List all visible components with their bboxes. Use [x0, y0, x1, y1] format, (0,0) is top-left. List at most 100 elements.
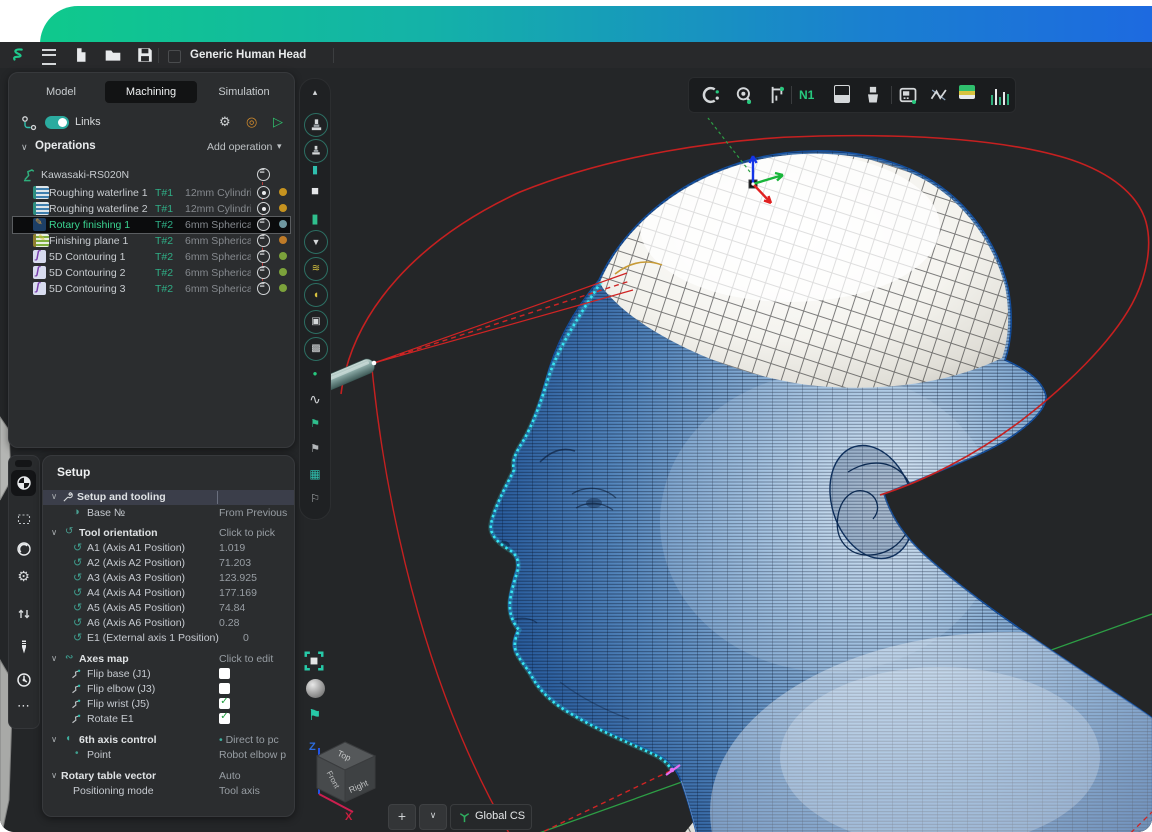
tab-job-assignment[interactable]: [11, 506, 36, 532]
row-value[interactable]: 0.28: [219, 617, 291, 629]
tab-machining[interactable]: Machining: [105, 81, 197, 103]
row-value[interactable]: From Previous: [219, 507, 291, 519]
operation-row[interactable]: Finishing plane 1 T#2 6mm Spherical r: [13, 233, 290, 249]
operation-status-icon[interactable]: [257, 234, 270, 247]
tab-parameters[interactable]: ⚙: [11, 568, 36, 594]
show-machine-icon[interactable]: [304, 113, 328, 137]
caliper-icon[interactable]: [767, 85, 787, 105]
operation-row[interactable]: 5D Contouring 2 T#2 6mm Spherical r: [13, 265, 290, 281]
probe-icon[interactable]: [734, 85, 754, 105]
machine-sync-icon[interactable]: ◎: [246, 114, 257, 130]
checkbox[interactable]: [219, 668, 230, 679]
cs-dropdown-chevron[interactable]: ∨: [419, 804, 447, 830]
tab-feeds-speeds[interactable]: [11, 667, 36, 693]
machine-status-icon[interactable]: [257, 168, 270, 181]
operations-settings-icon[interactable]: ⚙: [219, 114, 231, 130]
axis-row[interactable]: ↺A6 (Axis A6 Position)0.28: [43, 616, 294, 631]
operation-status-icon[interactable]: [257, 282, 270, 295]
statistics-icon[interactable]: [991, 85, 1009, 105]
operation-row[interactable]: Roughing waterline 2 T#1 12mm Cylindrica: [13, 201, 290, 217]
show-hatch-icon[interactable]: ▩: [304, 337, 328, 361]
tool-holder-icon[interactable]: [863, 85, 883, 105]
checkbox-checked[interactable]: ✓: [219, 698, 230, 709]
flip-row[interactable]: Rotate E1 ✓: [43, 712, 294, 727]
row-value[interactable]: Click to pick: [219, 527, 291, 539]
setup-section-row[interactable]: ∨ Setup and tooling: [43, 490, 294, 505]
setup-section-row[interactable]: ∨ ◖ 6th axis control • Direct to pc: [43, 733, 294, 748]
show-mesh-icon[interactable]: ▦: [304, 463, 326, 485]
axis-row[interactable]: ↺A1 (Axis A1 Position)1.019: [43, 541, 294, 556]
tab-simulation[interactable]: Simulation: [201, 81, 287, 103]
row-value[interactable]: 1.019: [219, 542, 291, 554]
cube-faces[interactable]: Top Front Right: [317, 742, 375, 802]
axis-row[interactable]: ↺A3 (Axis A3 Position)123.925: [43, 571, 294, 586]
global-cs-button[interactable]: Global CS: [450, 804, 532, 830]
machine-head-icon[interactable]: [701, 85, 721, 105]
links-toggle[interactable]: [45, 116, 69, 129]
axis-row[interactable]: ↺A5 (Axis A5 Position)74.84: [43, 601, 294, 616]
chevron-down-icon[interactable]: ∨: [51, 653, 57, 664]
row-value[interactable]: 123.925: [219, 572, 291, 584]
operation-row[interactable]: 5D Contouring 1 T#2 6mm Spherical r: [13, 249, 290, 265]
tab-strip-handle[interactable]: [15, 460, 32, 467]
add-cs-button[interactable]: +: [388, 804, 416, 830]
operation-status-icon[interactable]: [257, 218, 270, 231]
new-file-icon[interactable]: [72, 46, 90, 64]
tab-tool[interactable]: [11, 634, 36, 660]
shading-mode-icon[interactable]: [306, 679, 325, 698]
show-cutter-icon[interactable]: ▼: [304, 230, 328, 254]
add-operation-button[interactable]: Add operation: [207, 141, 272, 153]
row-value[interactable]: Direct to pc: [226, 734, 279, 746]
show-spring-icon[interactable]: ≋: [304, 257, 328, 281]
show-curves-icon[interactable]: ∿: [304, 388, 326, 410]
show-surfaces-icon[interactable]: ⚑: [304, 413, 326, 435]
row-value[interactable]: Tool axis: [219, 785, 291, 797]
toolpath-graph-icon[interactable]: [929, 85, 949, 105]
view-cube[interactable]: Z X Top Front Right: [305, 736, 389, 822]
checkbox[interactable]: [219, 683, 230, 694]
setup-row[interactable]: • Point Robot elbow p: [43, 748, 294, 763]
chevron-down-icon[interactable]: ∨: [51, 734, 57, 745]
add-operation-caret-icon[interactable]: ▾: [277, 141, 282, 152]
nc-program-button[interactable]: N1: [799, 85, 819, 105]
layers-icon[interactable]: [959, 85, 975, 105]
row-value[interactable]: Click to edit: [219, 653, 291, 665]
show-tool-icon[interactable]: ▮: [304, 159, 326, 181]
flip-row[interactable]: Flip elbow (J3): [43, 682, 294, 697]
tab-model[interactable]: Model: [21, 81, 101, 103]
operation-status-icon[interactable]: [257, 250, 270, 263]
setup-row[interactable]: ◑ Base № From Previous: [43, 506, 294, 521]
row-value[interactable]: Auto: [219, 770, 291, 782]
flip-row[interactable]: Flip wrist (J5) ✓: [43, 697, 294, 712]
zoom-fit-icon[interactable]: [303, 650, 325, 672]
tab-strategy[interactable]: [11, 536, 36, 562]
operation-status-icon[interactable]: [257, 202, 270, 215]
row-value[interactable]: 74.84: [219, 602, 291, 614]
machine-row[interactable]: Kawasaki-RS020N: [13, 167, 290, 183]
operation-row[interactable]: Roughing waterline 1 T#1 12mm Cylindrica: [13, 185, 290, 201]
operation-row-selected[interactable]: Rotary finishing 1 T#2 6mm Spherical r: [13, 217, 290, 233]
operation-status-icon[interactable]: [257, 186, 270, 199]
row-value[interactable]: 177.169: [219, 587, 291, 599]
show-points-icon[interactable]: ●: [304, 363, 326, 385]
save-file-icon[interactable]: [136, 46, 154, 64]
row-value[interactable]: Robot elbow p: [219, 749, 291, 761]
setup-section-row[interactable]: ∨ Rotary table vector Auto: [43, 769, 294, 784]
stock-icon[interactable]: [834, 85, 850, 103]
show-stock-icon[interactable]: ■: [304, 180, 326, 202]
tab-approach-retract[interactable]: [11, 601, 36, 627]
show-half-cylinder-icon[interactable]: ◖: [304, 283, 328, 307]
chevron-down-icon[interactable]: ∨: [51, 527, 57, 538]
row-value[interactable]: 71.203: [219, 557, 291, 569]
show-faces-icon[interactable]: ⚑: [304, 438, 326, 460]
setup-section-row[interactable]: ∨ ∾ Axes map Click to edit: [43, 652, 294, 667]
collapse-icon[interactable]: ▴: [304, 81, 326, 103]
operation-status-icon[interactable]: [257, 266, 270, 279]
setup-section-row[interactable]: ∨ ↺ Tool orientation Click to pick: [43, 526, 294, 541]
show-target-model-icon[interactable]: ▮: [304, 208, 326, 230]
axis-row[interactable]: ↺E1 (External axis 1 Position)0: [43, 631, 294, 646]
collapse-chevron-icon[interactable]: ∨: [21, 142, 28, 153]
tab-setup[interactable]: [11, 470, 36, 496]
tab-more[interactable]: ⋯: [11, 698, 36, 724]
show-workpiece-icon[interactable]: ⚐: [304, 488, 326, 510]
